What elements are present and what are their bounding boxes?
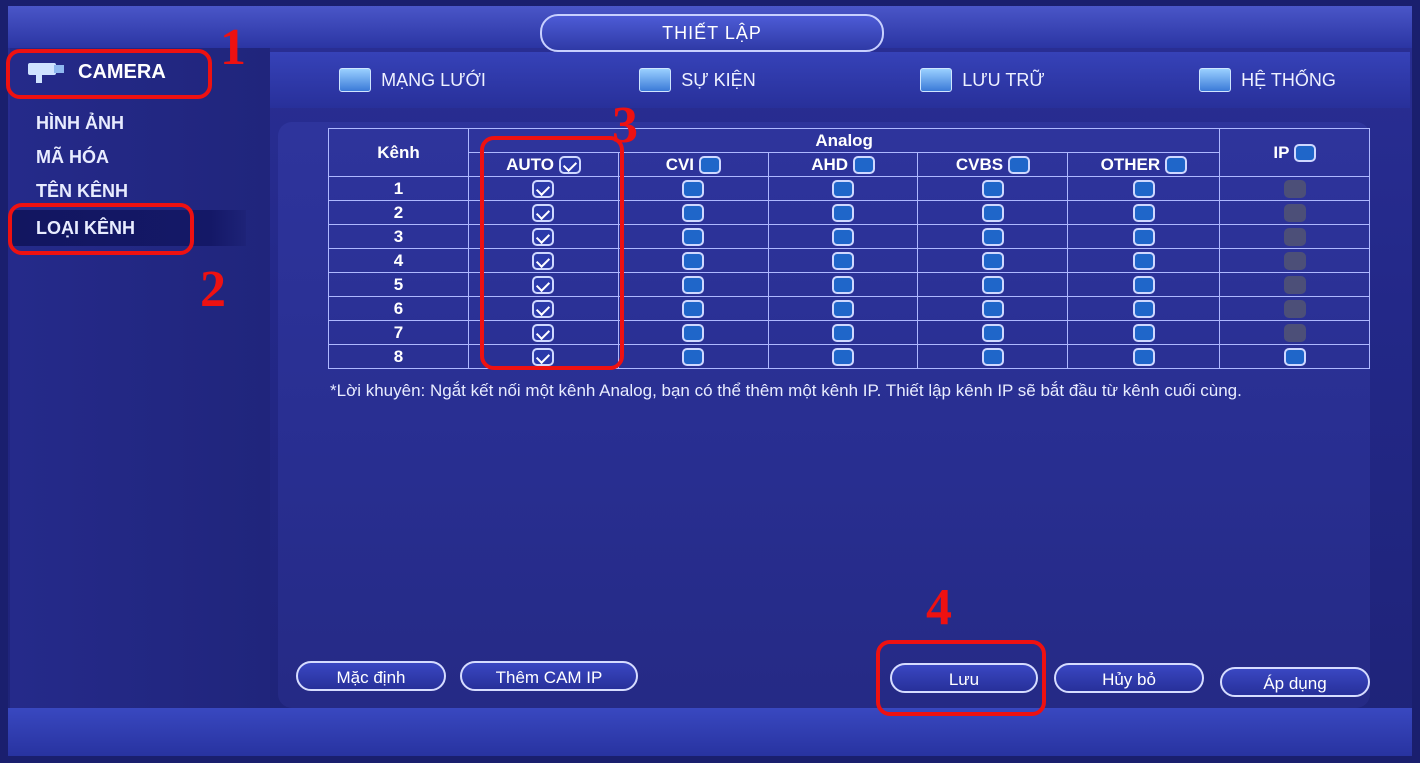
annotation-number-1: 1 — [220, 19, 246, 76]
column-header-cvbs: CVBS — [917, 152, 1069, 177]
annotation-number-3: 3 — [612, 97, 638, 154]
cvi-checkbox[interactable] — [682, 252, 705, 271]
ahd-checkbox[interactable] — [831, 252, 854, 271]
annotation-box-auto-column — [480, 136, 624, 370]
ip-checkbox-disabled — [1283, 252, 1306, 271]
ahd-label: AHD — [811, 154, 849, 174]
channel-number: 8 — [328, 344, 469, 369]
cvi-checkbox[interactable] — [682, 204, 705, 223]
cvi-checkbox[interactable] — [682, 324, 705, 343]
cvi-checkbox[interactable] — [682, 300, 705, 319]
other-checkbox[interactable] — [1132, 276, 1155, 295]
tab-storage-label: LƯU TRỮ — [962, 69, 1045, 90]
top-tabs: MẠNG LƯỚI SỰ KIỆN LƯU TRỮ HỆ THỐNG — [270, 52, 1410, 108]
channel-number: 3 — [328, 224, 469, 249]
other-checkbox[interactable] — [1132, 300, 1155, 319]
column-header-ip: IP — [1219, 128, 1370, 177]
cvi-checkbox[interactable] — [682, 228, 705, 247]
cvbs-label: CVBS — [955, 154, 1004, 174]
sidebar-item-channel-name[interactable]: TÊN KÊNH — [36, 181, 128, 202]
cvi-checkbox[interactable] — [682, 180, 705, 199]
cvbs-checkbox[interactable] — [981, 180, 1004, 199]
ip-all-checkbox[interactable] — [1293, 144, 1316, 163]
ip-checkbox-disabled — [1283, 204, 1306, 223]
hint-text: *Lời khuyên: Ngắt kết nối một kênh Analo… — [330, 381, 1242, 400]
tab-storage[interactable]: LƯU TRỮ — [840, 52, 1125, 108]
cvbs-checkbox[interactable] — [981, 204, 1004, 223]
annotation-box-channel-type — [8, 203, 194, 255]
cvbs-checkbox[interactable] — [981, 324, 1004, 343]
annotation-number-2: 2 — [200, 261, 226, 318]
ip-checkbox-disabled — [1283, 276, 1306, 295]
channel-number: 6 — [328, 296, 469, 321]
cvbs-checkbox[interactable] — [981, 348, 1004, 367]
tab-event[interactable]: SỰ KIỆN — [555, 52, 840, 108]
ip-checkbox-disabled — [1283, 180, 1306, 199]
default-button[interactable]: Mặc định — [296, 661, 446, 691]
add-ip-camera-button[interactable]: Thêm CAM IP — [460, 661, 638, 691]
ip-checkbox-disabled — [1283, 324, 1306, 343]
ip-checkbox-disabled — [1283, 300, 1306, 319]
ahd-checkbox[interactable] — [831, 180, 854, 199]
tab-system[interactable]: HỆ THỐNG — [1125, 52, 1410, 108]
other-all-checkbox[interactable] — [1164, 156, 1187, 175]
ahd-checkbox[interactable] — [831, 324, 854, 343]
storage-icon — [920, 68, 953, 92]
cvbs-checkbox[interactable] — [981, 300, 1004, 319]
cvbs-checkbox[interactable] — [981, 276, 1004, 295]
channel-number: 4 — [328, 248, 469, 273]
channel-number: 1 — [328, 176, 469, 201]
channel-number: 2 — [328, 200, 469, 225]
column-header-cvi: CVI — [617, 152, 769, 177]
column-header-ahd: AHD — [767, 152, 919, 177]
cvbs-checkbox[interactable] — [981, 228, 1004, 247]
ahd-checkbox[interactable] — [831, 204, 854, 223]
tab-network[interactable]: MẠNG LƯỚI — [270, 52, 555, 108]
event-icon — [639, 68, 672, 92]
ip-checkbox[interactable] — [1283, 348, 1306, 367]
cvi-all-checkbox[interactable] — [698, 156, 721, 175]
cvbs-all-checkbox[interactable] — [1007, 156, 1030, 175]
ahd-checkbox[interactable] — [831, 228, 854, 247]
annotation-box-save — [876, 640, 1046, 716]
channel-number: 7 — [328, 320, 469, 345]
other-checkbox[interactable] — [1132, 252, 1155, 271]
cvi-checkbox[interactable] — [682, 348, 705, 367]
sidebar-item-encode[interactable]: MÃ HÓA — [36, 147, 109, 168]
channel-number: 5 — [328, 272, 469, 297]
other-checkbox[interactable] — [1132, 228, 1155, 247]
page-title: THIẾT LẬP — [540, 14, 884, 52]
other-checkbox[interactable] — [1132, 324, 1155, 343]
ahd-all-checkbox[interactable] — [852, 156, 875, 175]
other-checkbox[interactable] — [1132, 204, 1155, 223]
column-header-other: OTHER — [1067, 152, 1221, 177]
ahd-checkbox[interactable] — [831, 276, 854, 295]
ip-label: IP — [1273, 142, 1290, 162]
tab-event-label: SỰ KIỆN — [681, 69, 756, 90]
status-bar — [8, 708, 1412, 756]
tab-system-label: HỆ THỐNG — [1241, 69, 1336, 90]
other-checkbox[interactable] — [1132, 180, 1155, 199]
other-checkbox[interactable] — [1132, 348, 1155, 367]
ahd-checkbox[interactable] — [831, 348, 854, 367]
apply-button[interactable]: Áp dụng — [1220, 667, 1370, 697]
ahd-checkbox[interactable] — [831, 300, 854, 319]
annotation-box-camera — [6, 49, 212, 99]
sidebar-item-image[interactable]: HÌNH ẢNH — [36, 113, 124, 134]
annotation-number-4: 4 — [926, 579, 952, 636]
system-icon — [1199, 68, 1232, 92]
ip-checkbox-disabled — [1283, 228, 1306, 247]
column-header-channel: Kênh — [328, 128, 469, 177]
cancel-button[interactable]: Hủy bỏ — [1054, 663, 1204, 693]
cvi-label: CVI — [665, 154, 695, 174]
cvi-checkbox[interactable] — [682, 276, 705, 295]
other-label: OTHER — [1100, 154, 1161, 174]
network-icon — [339, 68, 372, 92]
cvbs-checkbox[interactable] — [981, 252, 1004, 271]
tab-network-label: MẠNG LƯỚI — [381, 69, 486, 90]
